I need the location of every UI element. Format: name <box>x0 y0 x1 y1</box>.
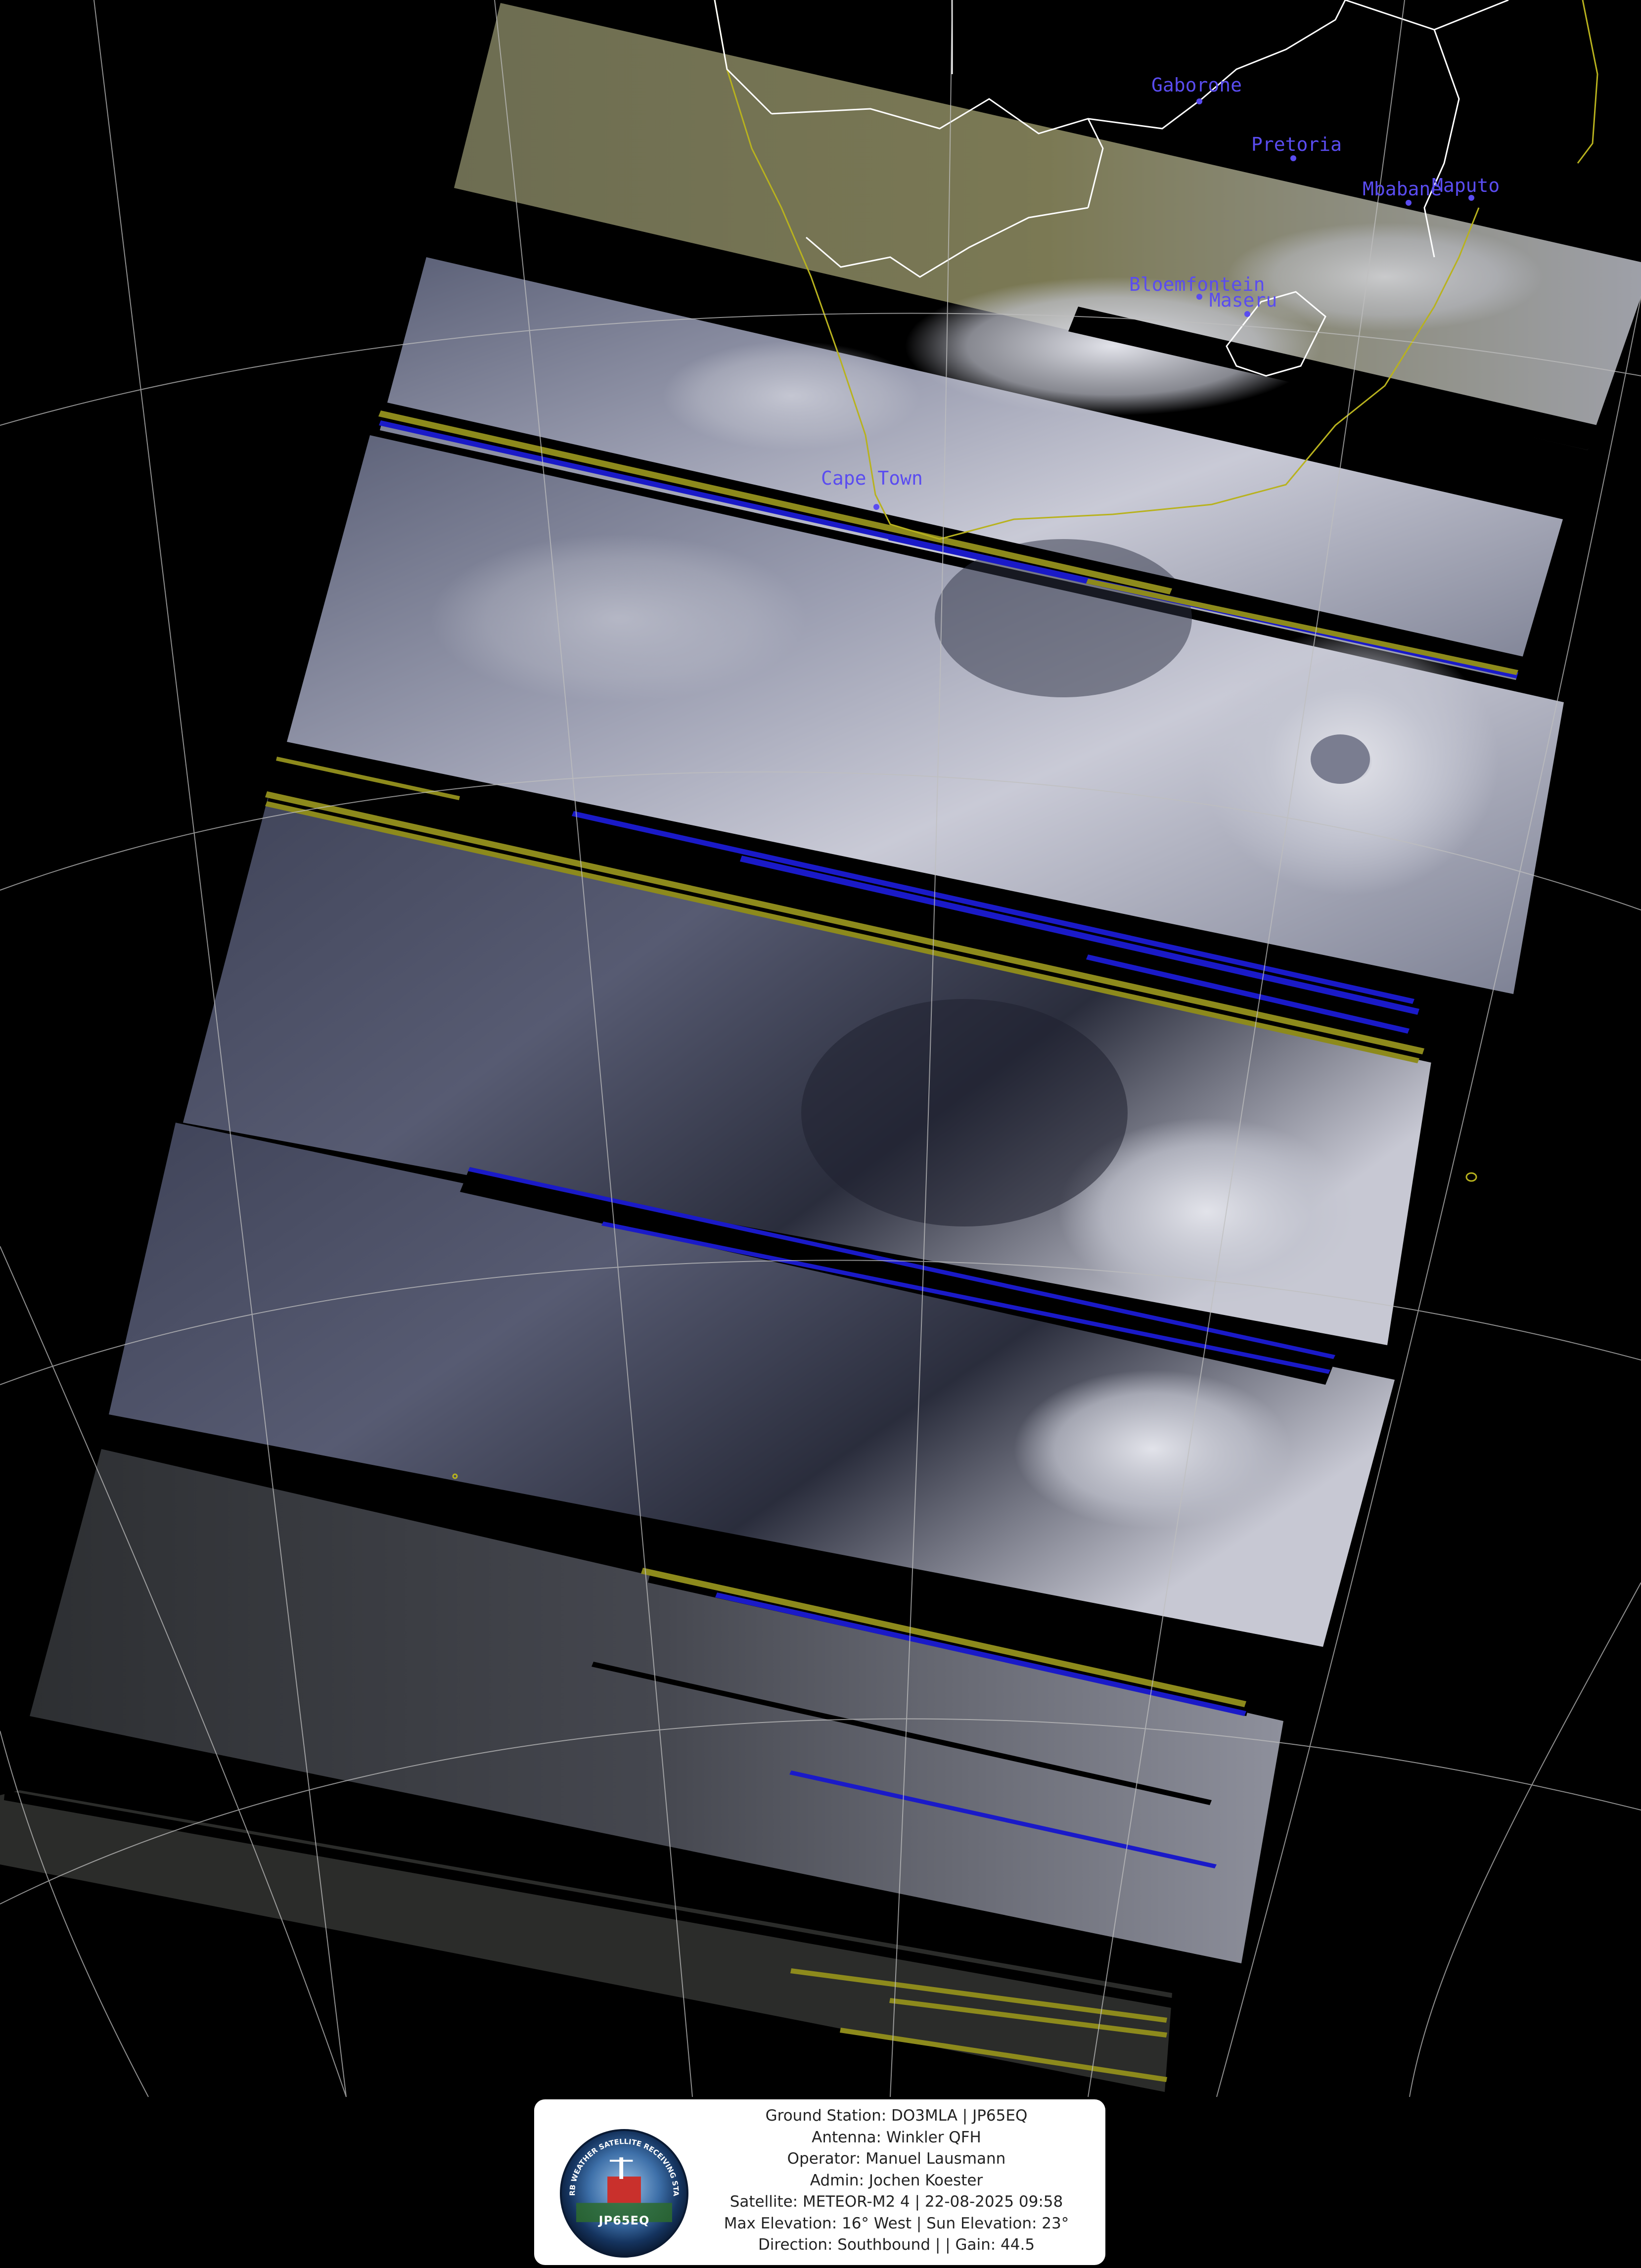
city-pretoria: Pretoria <box>1251 134 1342 161</box>
svg-text:Cape Town: Cape Town <box>821 467 923 489</box>
station-info-card: DF ORB WEATHER SATELLITE RECEIVING STATI… <box>534 2099 1105 2265</box>
ground-station-line: Ground Station: DO3MLA | JP65EQ <box>765 2107 1028 2125</box>
satellite-line: Satellite: METEOR-M2 4 | 22-08-2025 09:5… <box>729 2193 1063 2211</box>
svg-text:Maputo: Maputo <box>1432 175 1500 196</box>
antenna-line: Antenna: Winkler QFH <box>812 2128 981 2146</box>
logo-callsign: JP65EQ <box>598 2214 650 2228</box>
satellite-image: Gaborone Pretoria Mbabane Maputo Bloemfo… <box>0 0 1641 2097</box>
admin-line: Admin: Jochen Koester <box>810 2171 983 2189</box>
logo-ring: DF ORB WEATHER SATELLITE RECEIVING STATI… <box>562 2131 680 2223</box>
svg-text:Mbabane: Mbabane <box>1363 178 1442 200</box>
station-logo: DF ORB WEATHER SATELLITE RECEIVING STATI… <box>560 2129 688 2258</box>
direction-gain-line: Direction: Southbound | | Gain: 44.5 <box>758 2236 1035 2254</box>
city-gaborone: Gaborone <box>1151 74 1242 104</box>
svg-text:Pretoria: Pretoria <box>1251 134 1342 155</box>
svg-text:Maseru: Maseru <box>1209 289 1277 311</box>
city-maputo: Maputo <box>1432 175 1500 201</box>
operator-line: Operator: Manuel Lausmann <box>787 2150 1006 2168</box>
svg-text:Gaborone: Gaborone <box>1151 74 1242 96</box>
elevation-line: Max Elevation: 16° West | Sun Elevation:… <box>724 2214 1069 2232</box>
info-text: Ground Station: DO3MLA | JP65EQ Antenna:… <box>697 2105 1095 2256</box>
